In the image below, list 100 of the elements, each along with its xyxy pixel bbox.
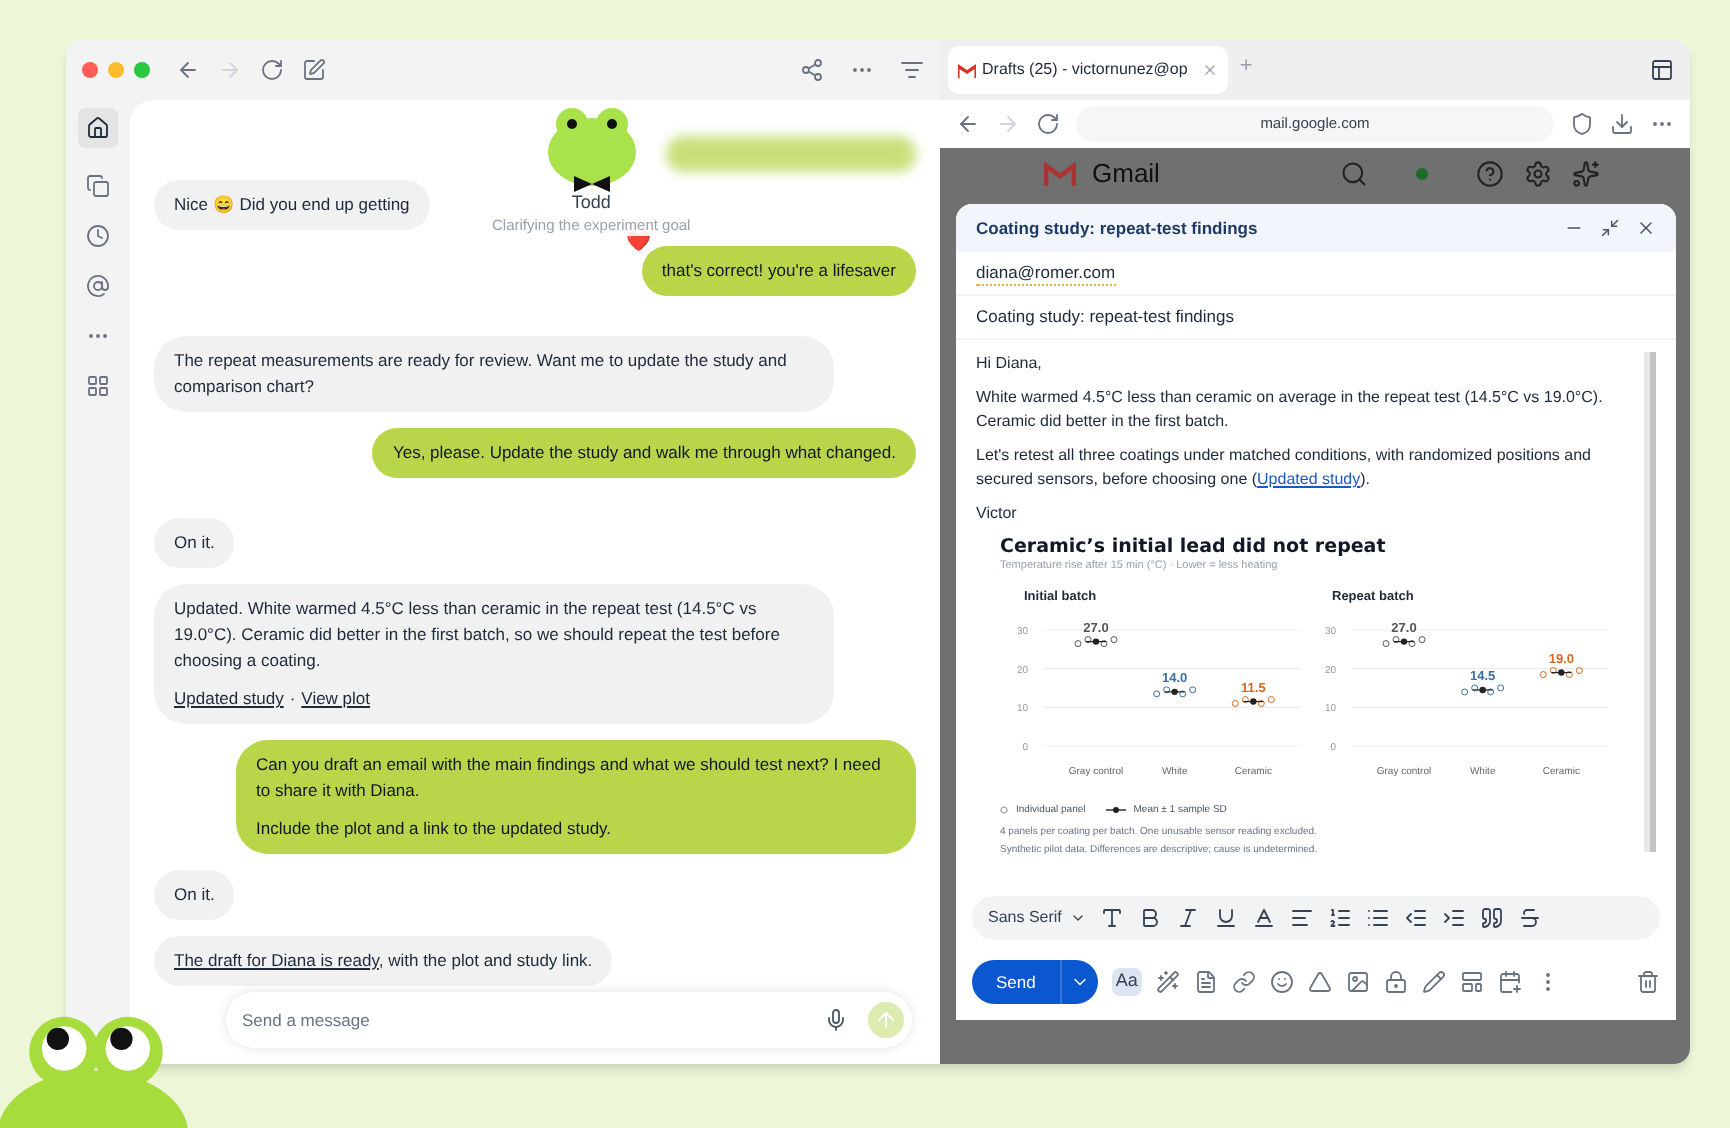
image-icon (1345, 970, 1370, 994)
align-button[interactable] (1289, 906, 1314, 930)
list-icon (900, 58, 924, 82)
text-formatting-button[interactable]: Aa (1111, 968, 1142, 996)
underline-icon (1213, 906, 1238, 930)
drive-button[interactable] (1307, 970, 1332, 994)
strikethrough-button[interactable] (1517, 906, 1542, 930)
message-text: Can you draft an email with the main findings and what we should test next? I need to share it with Diana. (256, 752, 883, 804)
attach-file-button[interactable] (1193, 970, 1218, 994)
mean-marker (1461, 684, 1505, 696)
share-button[interactable] (800, 58, 824, 82)
pencil-icon (1421, 970, 1446, 994)
message-text: Include the plot and a link to the updated study. (256, 816, 614, 842)
panel-icon (1650, 58, 1674, 82)
link-separator: · (289, 686, 296, 712)
home-nav-button[interactable] (78, 108, 118, 148)
bold-button[interactable] (1137, 906, 1162, 930)
message-text: On it. (174, 530, 215, 556)
mean-marker (1539, 667, 1583, 679)
message-input[interactable]: Send a message (242, 1007, 824, 1033)
apps-nav-button[interactable] (86, 374, 110, 398)
indent-less-icon (1403, 906, 1428, 930)
list-button[interactable] (900, 58, 924, 82)
wand-icon (1155, 970, 1180, 994)
indent-less-button[interactable] (1403, 906, 1428, 930)
microphone-button[interactable] (824, 1008, 848, 1032)
layouts-button[interactable] (1459, 970, 1484, 994)
subject-field[interactable]: Coating study: repeat-test findings (976, 304, 1234, 330)
back-button[interactable] (176, 58, 200, 82)
font-dropdown[interactable]: Sans Serif (988, 906, 1086, 930)
discard-button[interactable] (1636, 970, 1660, 994)
reload-icon (1036, 112, 1060, 136)
body-paragraph: Hi Diana, (976, 352, 1044, 376)
recipient-chip[interactable]: diana@romer.com (976, 259, 1116, 287)
schedule-button[interactable] (1497, 970, 1522, 994)
quote-button[interactable] (1479, 906, 1504, 930)
copy-icon (86, 174, 110, 198)
mean-marker (1074, 636, 1118, 648)
close-button[interactable] (1636, 218, 1656, 238)
align-left-icon (1289, 906, 1314, 930)
exit-fullscreen-button[interactable] (1600, 218, 1620, 238)
sidebar-toggle-button[interactable] (1650, 58, 1674, 82)
reload-button[interactable] (1036, 112, 1060, 136)
draft-link[interactable]: The draft for Diana is ready (174, 950, 379, 970)
indent-more-icon (1441, 906, 1466, 930)
mean-marker (1153, 686, 1197, 698)
triangle-icon (1307, 970, 1332, 994)
numbered-list-button[interactable] (1327, 906, 1352, 930)
back-arrow-icon (176, 58, 200, 82)
insert-photo-button[interactable] (1345, 970, 1370, 994)
compose-title: Coating study: repeat-test findings (976, 215, 1260, 241)
help-me-write-button[interactable] (1155, 970, 1180, 994)
at-sign-icon (86, 274, 110, 298)
grid-icon (86, 374, 110, 398)
signature: Victor (976, 502, 1019, 526)
text-color-button[interactable] (1251, 906, 1276, 930)
insert-link-button[interactable] (1231, 970, 1256, 994)
forward-arrow-icon (996, 112, 1020, 136)
home-icon (86, 116, 110, 140)
caret-icon (1069, 910, 1086, 926)
message-text: On it. (174, 882, 215, 908)
browser-tab[interactable]: Drafts (25) - victornunez@op (948, 46, 1228, 94)
emoji-button[interactable] (1269, 970, 1294, 994)
compose-button[interactable] (302, 58, 326, 82)
gmail-logo-icon (1044, 162, 1076, 186)
underline-button[interactable] (1213, 906, 1238, 930)
shield-icon (1570, 112, 1594, 136)
help-icon (1475, 160, 1504, 188)
history-nav-button[interactable] (86, 224, 110, 248)
back-button[interactable] (956, 112, 980, 136)
settings-icon (1523, 160, 1552, 188)
bold-icon (1137, 906, 1162, 930)
signature-button[interactable] (1421, 970, 1446, 994)
refresh-button[interactable] (260, 58, 284, 82)
share-icon (800, 58, 824, 82)
layout-icon (1459, 970, 1484, 994)
smile-icon (1269, 970, 1294, 994)
assistant-name: Todd (571, 192, 611, 214)
mail-logo-icon (958, 63, 976, 77)
refresh-icon (260, 58, 284, 82)
indent-more-button[interactable] (1441, 906, 1466, 930)
study-link[interactable]: Updated study (1257, 470, 1361, 488)
download-icon (1610, 112, 1634, 136)
text-size-button[interactable] (1099, 906, 1124, 930)
body-paragraph: White warmed 4.5°C less than ceramic on average in the repeat test (14.5°C vs 19.0°C). Ceramic did better in the first batch. (976, 386, 1605, 434)
download-button[interactable] (1610, 112, 1634, 136)
text-color-icon (1251, 906, 1276, 930)
confidential-button[interactable] (1383, 970, 1408, 994)
lock-icon (1383, 970, 1408, 994)
calendar-icon (1497, 970, 1522, 994)
copy-nav-button[interactable] (86, 174, 110, 198)
shield-button[interactable] (1570, 112, 1594, 136)
message-text: Nice 😄 Did you end up getting (174, 192, 410, 218)
plot-title: Ceramic’s initial lead did not repeat (1000, 536, 1388, 558)
arrow-up-icon (874, 1008, 898, 1032)
message-link[interactable]: View plot (301, 686, 371, 712)
mentions-nav-button[interactable] (86, 274, 110, 298)
message-link[interactable]: Updated study (174, 686, 284, 712)
italic-button[interactable] (1175, 906, 1200, 930)
shrink-icon (1600, 218, 1620, 238)
